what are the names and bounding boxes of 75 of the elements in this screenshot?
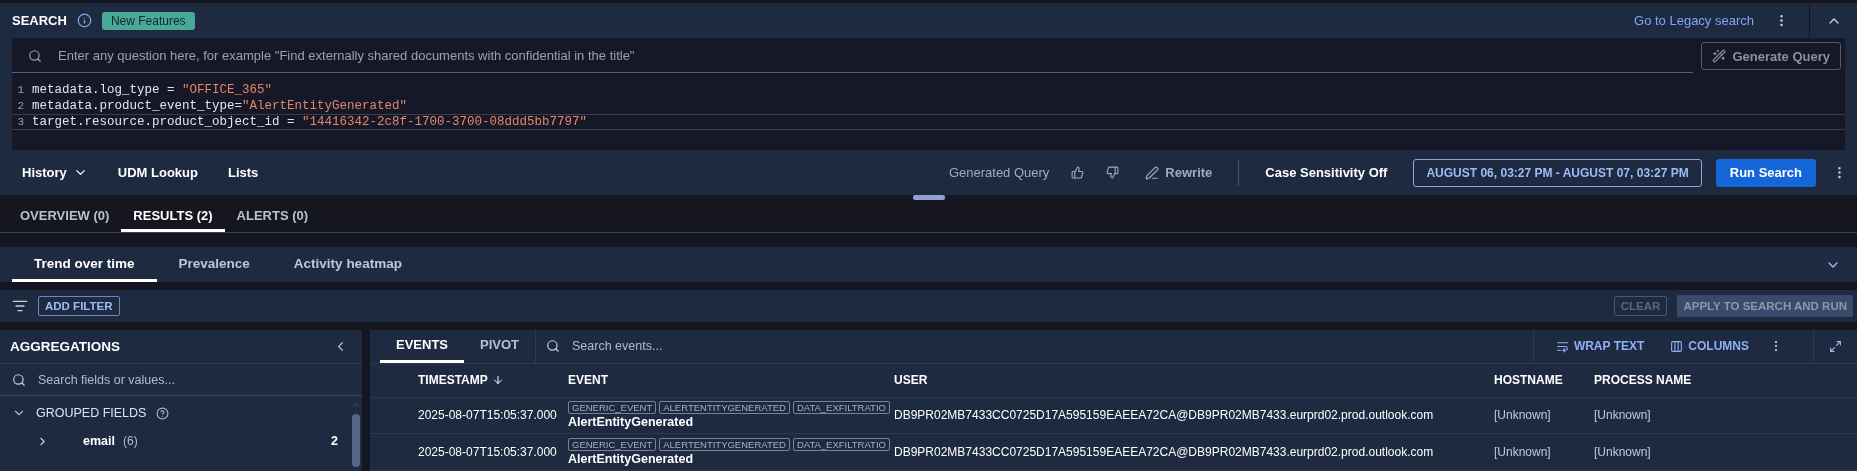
timestamp-cell-text: 2025-08-07T15:05:37.000 (418, 445, 558, 460)
user-cell-text: DB9PR02MB7433CC0725D17A595159EAEEA72CA@DB9PR02MB7433.eurprd02.prod.outlook.com (894, 408, 1435, 423)
line-number: 2 (16, 100, 25, 112)
user-cell-text: DB9PR02MB7433CC0725D17A595159EAEEA72CA@DB9PR02MB7433.eurprd02.prod.outlook.com (894, 445, 1435, 460)
wrap-text-button[interactable]: WRAP TEXT (1549, 339, 1651, 354)
search-icon (12, 372, 26, 387)
toolbar-button[interactable]: Lists (215, 165, 271, 180)
column-header[interactable]: TIMESTAMP (418, 373, 568, 388)
legacy-search-link[interactable]: Go to Legacy search (1634, 13, 1754, 28)
pen-icon (1145, 165, 1160, 180)
field-value: 2 (331, 434, 338, 448)
line-number: 3 (16, 116, 25, 128)
grouped-fields-toggle[interactable]: GROUPED FIELDS (12, 406, 338, 420)
column-header: HOSTNAME (1494, 373, 1564, 388)
code-line: metadata.log_type = "OFFICE_365" (32, 83, 273, 97)
fields-search-field[interactable]: Search fields or values... (36, 371, 350, 388)
aggregations-title: AGGREGATIONS (10, 339, 120, 354)
field-count: (6) (122, 434, 138, 448)
event-tag: ALERTENTITYGENERATED (659, 438, 790, 452)
generate-query-button[interactable]: Generate Query (1701, 42, 1841, 70)
search-title: SEARCH (12, 13, 67, 28)
process-cell-text: [Unknown] (1594, 445, 1652, 460)
timestamp-cell-text: 2025-08-07T15:05:37.000 (418, 408, 558, 423)
hostname-cell-text: [Unknown] (1494, 408, 1552, 423)
code-line: target.resource.product_object_id = "14416342-2c8f-1700-3700-08ddd5bb7797" (32, 115, 588, 129)
events-search-field[interactable]: Search events... (570, 338, 1533, 355)
sort-arrow-icon (491, 374, 504, 387)
event-tag: DATA_EXFILTRATIO (792, 438, 890, 452)
view-tab[interactable]: Activity heatmap (271, 247, 424, 282)
case-sensitivity-button[interactable]: Case Sensitivity Off (1253, 165, 1400, 180)
generated-query-label: Generated Query (948, 165, 1050, 180)
add-filter-button[interactable]: ADD FILTER (38, 296, 120, 316)
date-range-button[interactable]: AUGUST 06, 03:27 PM - AUGUST 07, 03:27 PM (1413, 158, 1702, 187)
toolbar-button[interactable]: UDM Lookup (105, 165, 210, 180)
query-editor[interactable]: 1 metadata.log_type = "OFFICE_365" 2 metadata.product_event_type="AlertEntityGenerated" 3 target.resource.product_object_id = "14416342-2c8f-1700-3700-08ddd5bb7797" (12, 74, 1845, 130)
search-icon (546, 339, 561, 354)
run-search-button[interactable]: Run Search (1715, 158, 1816, 187)
event-name: AlertEntityGenerated (568, 452, 695, 467)
columns-button[interactable]: COLUMNS (1664, 339, 1755, 354)
view-tab[interactable]: Trend over time (12, 247, 157, 282)
view-tab[interactable]: Prevalence (156, 247, 272, 282)
rewrite-button[interactable]: Rewrite (1133, 165, 1225, 180)
event-tag: ALERTENTITYGENERATED (659, 401, 790, 415)
results-tab[interactable]: OVERVIEW (0) (8, 201, 122, 232)
event-tag: GENERIC_EVENT (568, 401, 657, 415)
filter-icon[interactable] (12, 298, 28, 314)
wrap-text-icon (1555, 339, 1569, 353)
help-icon (156, 406, 170, 420)
results-tab[interactable]: RESULTS (2) (121, 201, 225, 232)
column-header: PROCESS NAME (1594, 373, 1693, 388)
resize-handle[interactable] (912, 195, 945, 200)
question-field[interactable]: Enter any question here, for example "Find externally shared documents with confidential in the title" (56, 47, 1678, 64)
history-dropdown[interactable]: History (10, 165, 100, 180)
thumbs-down-icon[interactable] (1106, 166, 1120, 179)
process-cell-text: [Unknown] (1594, 408, 1652, 423)
info-icon[interactable] (76, 13, 92, 28)
column-header: EVENT (568, 373, 609, 388)
results-tab[interactable]: ALERTS (0) (224, 201, 321, 232)
event-name: AlertEntityGenerated (568, 415, 695, 430)
maximize-icon (1829, 339, 1842, 353)
columns-icon (1670, 339, 1684, 353)
new-features-badge[interactable]: New Features (101, 11, 195, 30)
code-line: metadata.product_event_type="AlertEntityGenerated" (32, 99, 408, 113)
column-header: USER (894, 373, 929, 388)
magic-wand-icon (1712, 49, 1727, 63)
hostname-cell-text: [Unknown] (1494, 445, 1552, 460)
scrollbar-thumb[interactable] (352, 414, 360, 467)
events-tab[interactable]: PIVOT (464, 330, 536, 363)
event-tag: DATA_EXFILTRATIO (792, 401, 890, 415)
events-tab[interactable]: EVENTS (380, 330, 464, 363)
line-number: 1 (16, 84, 25, 96)
event-tag: GENERIC_EVENT (568, 438, 657, 452)
search-icon (28, 48, 42, 63)
thumbs-up-icon[interactable] (1071, 166, 1085, 179)
field-name[interactable]: email (83, 434, 115, 448)
